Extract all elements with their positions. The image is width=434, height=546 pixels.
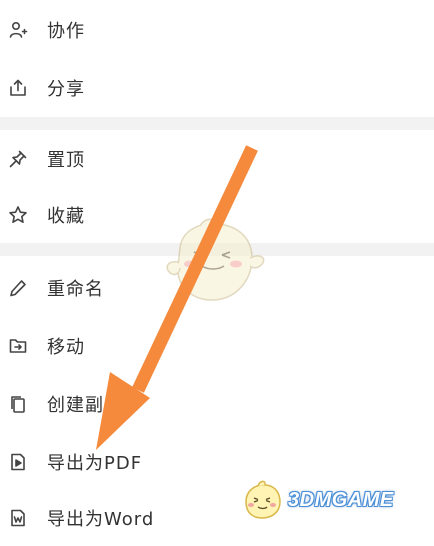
menu-item-duplicate[interactable]: 创建副 xyxy=(0,376,434,432)
copy-icon xyxy=(7,393,29,415)
menu-item-share[interactable]: 分享 xyxy=(0,60,434,116)
pencil-icon xyxy=(7,277,29,299)
menu-item-collaborate[interactable]: 协作 xyxy=(0,2,434,58)
menu-item-label: 分享 xyxy=(47,79,85,100)
menu-separator xyxy=(0,117,434,130)
menu-item-label: 创建副 xyxy=(47,395,104,416)
menu-item-label: 导出为Word xyxy=(47,509,155,530)
menu-item-move[interactable]: 移动 xyxy=(0,318,434,374)
pin-icon xyxy=(7,148,29,170)
star-icon xyxy=(7,204,29,226)
menu-item-label: 移动 xyxy=(47,337,85,358)
menu-item-label: 置顶 xyxy=(47,150,85,171)
word-file-icon xyxy=(7,507,29,529)
pdf-file-icon xyxy=(7,451,29,473)
menu-item-pin[interactable]: 置顶 xyxy=(0,131,434,187)
share-icon xyxy=(7,77,29,99)
menu-item-label: 协作 xyxy=(47,21,85,42)
watermark-text: 3DMGAME xyxy=(288,488,394,511)
menu-item-label: 收藏 xyxy=(47,206,85,227)
chick-logo-icon xyxy=(245,480,281,519)
mascot-watermark-image xyxy=(166,218,265,301)
add-user-icon xyxy=(7,19,29,41)
3dmgame-watermark: 3DMGAME xyxy=(240,478,430,522)
menu-item-label: 导出为PDF xyxy=(47,453,143,474)
menu-item-label: 重命名 xyxy=(47,279,104,300)
folder-move-icon xyxy=(7,335,29,357)
